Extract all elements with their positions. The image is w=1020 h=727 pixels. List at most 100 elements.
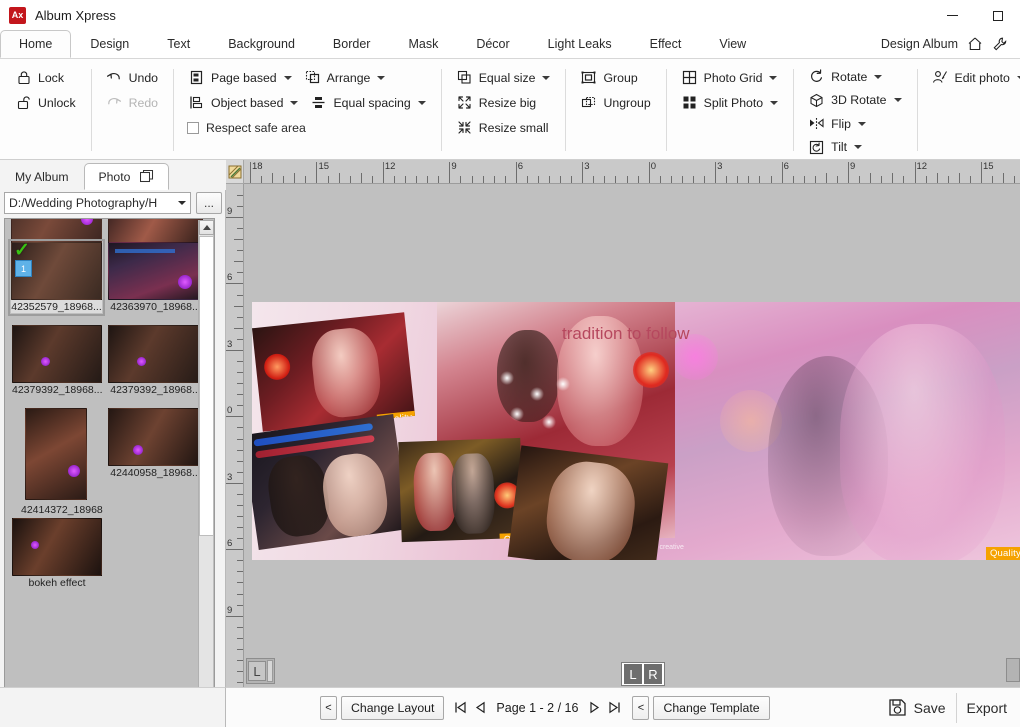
undo-button[interactable]: Undo <box>100 65 164 90</box>
ruler-minor-tick <box>438 176 440 183</box>
page-based-button[interactable]: Page based <box>182 65 298 90</box>
scroll-up-button[interactable] <box>199 220 214 235</box>
page-left-marker[interactable]: L <box>246 658 275 684</box>
photo-center-bottom[interactable]: Quality : Ok <box>398 437 524 543</box>
tilt-button[interactable]: Tilt <box>802 136 907 160</box>
photo-mid-left[interactable] <box>252 413 410 551</box>
ruler-minor-tick <box>537 176 539 183</box>
ruler-minor-tick <box>748 176 750 183</box>
ruler-origin-button[interactable] <box>226 160 244 184</box>
export-button[interactable]: Export <box>967 700 1007 716</box>
photo-bottom-right[interactable] <box>507 445 669 560</box>
panel-tab-photo[interactable]: Photo <box>83 163 170 190</box>
maximize-button[interactable] <box>975 0 1020 31</box>
thumbnail-item[interactable]: 42440958_18968... <box>108 408 203 479</box>
chevron-down-icon <box>893 98 902 103</box>
change-template-prev-button[interactable]: < <box>632 695 650 720</box>
thumbnail-item[interactable]: 42379392_18968... <box>108 325 203 396</box>
photo-main-right[interactable]: s creative Quality : B <box>650 302 1020 560</box>
lock-button[interactable]: Lock <box>9 65 82 90</box>
tab-text[interactable]: Text <box>148 30 209 58</box>
ungroup-button[interactable]: Ungroup <box>574 90 656 115</box>
tab-light-leaks[interactable]: Light Leaks <box>529 30 631 58</box>
respect-safe-area-checkbox[interactable]: Respect safe area <box>182 115 432 140</box>
unlock-button[interactable]: Unlock <box>9 90 82 115</box>
spread-right-page[interactable]: R <box>644 664 662 684</box>
last-page-button[interactable] <box>604 696 624 720</box>
page-right-marker[interactable] <box>1006 658 1020 682</box>
arrange-button[interactable]: Arrange <box>298 65 392 90</box>
prev-page-icon <box>475 701 485 714</box>
bokeh-dot <box>178 275 192 289</box>
resize-small-icon <box>456 119 473 136</box>
thumbnail-item[interactable]: 42379392_18968... <box>12 325 102 396</box>
ribbon-group-size: Equal size Resize big Resize small <box>440 65 566 159</box>
panel-tab-my-album[interactable]: My Album <box>0 164 84 190</box>
tab-border[interactable]: Border <box>314 30 390 58</box>
browse-folder-button[interactable]: ... <box>196 192 222 214</box>
tab-effect[interactable]: Effect <box>631 30 701 58</box>
minimize-button[interactable] <box>930 0 975 31</box>
thumbnail-item[interactable]: ✓ 1 42352579_18968... <box>8 239 105 316</box>
ruler-tick-label: 9 <box>850 161 856 172</box>
tab-view[interactable]: View <box>700 30 765 58</box>
home-icon[interactable] <box>967 36 983 52</box>
ruler-minor-tick <box>237 205 243 207</box>
tab-mask[interactable]: Mask <box>389 30 457 58</box>
resize-big-button[interactable]: Resize big <box>450 90 557 115</box>
redo-button[interactable]: Redo <box>100 90 164 115</box>
split-photo-button[interactable]: Split Photo <box>675 90 784 115</box>
rotate-3d-button[interactable]: 3D Rotate <box>802 89 907 113</box>
chevron-down-icon <box>178 201 186 205</box>
scrollbar-thumb[interactable] <box>199 236 214 536</box>
ruler-minor-tick <box>237 438 243 440</box>
save-cluster[interactable]: Save <box>888 698 946 717</box>
page-nav-cluster: Page 1 - 2 / 16 <box>450 696 624 720</box>
ruler-minor-tick <box>903 176 905 183</box>
redo-arrow-icon <box>106 94 123 111</box>
thumbnail-scrollbar[interactable] <box>198 220 214 727</box>
wrench-icon[interactable] <box>992 36 1008 52</box>
canvas-area[interactable]: s creative Quality : B Quality : Ok <box>244 184 1020 687</box>
equal-spacing-button[interactable]: Equal spacing <box>304 90 431 115</box>
thumbnail-item[interactable]: 42363970_18968... <box>108 242 203 313</box>
tab-design[interactable]: Design <box>71 30 148 58</box>
next-page-button[interactable] <box>584 696 604 720</box>
spread-left-page[interactable]: L <box>624 664 642 684</box>
change-layout-prev-button[interactable]: < <box>320 695 337 720</box>
folder-path-combobox[interactable]: D:/Wedding Photography/H <box>4 192 191 214</box>
first-page-icon <box>455 701 466 714</box>
object-based-button[interactable]: Object based <box>182 90 304 115</box>
thumbnail-item[interactable]: bokeh effect <box>12 518 102 589</box>
ruler-minor-tick <box>237 560 243 562</box>
ruler-minor-tick <box>803 176 805 183</box>
edit-photo-icon <box>932 69 949 86</box>
bokeh-dot <box>133 445 143 455</box>
rotate-button[interactable]: Rotate <box>802 65 907 89</box>
album-page-spread[interactable]: s creative Quality : B Quality : Ok <box>252 302 1020 560</box>
tab-decor[interactable]: Décor <box>457 30 528 58</box>
ribbon-tab-strip: Home Design Text Background Border Mask … <box>0 30 1020 59</box>
ungroup-label: Ungroup <box>603 95 651 110</box>
photo-grid-button[interactable]: Photo Grid <box>675 65 784 90</box>
spread-lr-marker[interactable]: L R <box>621 662 665 686</box>
design-album-label[interactable]: Design Album <box>881 37 958 51</box>
change-layout-button[interactable]: Change Layout <box>341 695 445 720</box>
windows-stack-icon[interactable] <box>140 170 154 183</box>
prev-page-button[interactable] <box>470 696 490 720</box>
tab-home[interactable]: Home <box>0 30 72 58</box>
group-button[interactable]: Group <box>574 65 656 90</box>
edit-photo-button[interactable]: Edit photo <box>926 65 1020 90</box>
tab-background[interactable]: Background <box>209 30 314 58</box>
equal-size-button[interactable]: Equal size <box>450 65 557 90</box>
first-page-button[interactable] <box>450 696 470 720</box>
lock-label: Lock <box>38 70 64 85</box>
change-template-button[interactable]: Change Template <box>653 695 770 720</box>
thumbnail-item[interactable] <box>25 408 87 500</box>
flip-label: Flip <box>831 116 851 131</box>
page-overlay-text[interactable]: tradition to follow <box>562 324 690 344</box>
flip-button[interactable]: Flip <box>802 112 907 136</box>
resize-small-button[interactable]: Resize small <box>450 115 557 140</box>
ruler-tick-label: 6 <box>783 161 789 172</box>
thumbnail-grid[interactable]: 42309706_18968... 42317180_18968... ✓ 1 … <box>4 218 215 727</box>
